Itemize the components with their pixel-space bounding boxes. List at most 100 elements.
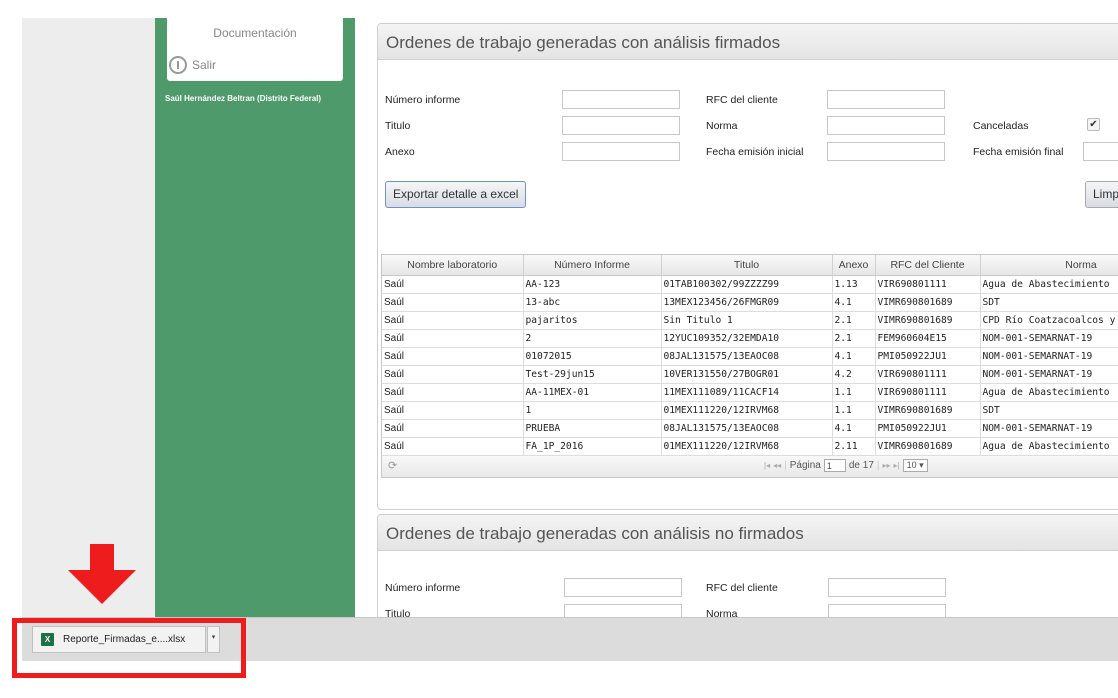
- table-row[interactable]: Saúl 13-abc 13MEX123456/26FMGR09 4.1 VIMR690…: [382, 293, 1118, 312]
- dropdown-arrow-icon: ▾: [919, 460, 924, 470]
- table-cell: 11MEX111089/11CACF14: [661, 383, 833, 402]
- table-cell: VIMR690801689: [875, 401, 981, 420]
- table-cell: NOM-001-SEMARNAT-19: [980, 329, 1118, 348]
- page-size-select[interactable]: 10 ▾: [902, 459, 928, 472]
- page-number-input[interactable]: 1: [823, 459, 846, 472]
- table-cell: Agua de Abastecimiento: [980, 275, 1118, 294]
- table-cell: Saúl: [382, 401, 524, 420]
- table-cell: 1.13: [832, 275, 876, 294]
- pager-nav: |◂ ◂◂ | Página 1 de 17 | ▸▸ ▸| 10 ▾: [764, 459, 928, 472]
- page-count: de 17: [848, 460, 874, 471]
- next-page-icon[interactable]: ▸▸: [883, 461, 891, 470]
- table-cell: 2.11: [832, 437, 876, 456]
- refresh-icon[interactable]: ⟳: [388, 459, 397, 472]
- table-cell: AA-11MEX-01: [523, 383, 662, 402]
- page-label: Página: [789, 460, 821, 471]
- table-cell: SDT: [980, 293, 1118, 312]
- final-date-label: Fecha emisión final: [973, 146, 1064, 158]
- table-row[interactable]: Saúl 2 12YUC109352/32EMDA10 2.1 FEM960604E15…: [382, 329, 1118, 348]
- column-header[interactable]: Anexo: [832, 255, 876, 276]
- table-cell: NOM-001-SEMARNAT-19: [980, 365, 1118, 384]
- table-cell: 13MEX123456/26FMGR09: [661, 293, 833, 312]
- table-cell: PMI050922JU1: [875, 419, 981, 438]
- client-rfc-label: RFC del cliente: [706, 94, 778, 106]
- table-cell: VIR690801111: [875, 365, 981, 384]
- table-cell: Saúl: [382, 293, 524, 312]
- signed-orders-grid: Nombre laboratorio Número Informe Titulo An…: [381, 254, 1118, 478]
- export-excel-button[interactable]: Exportar detalle a excel: [385, 181, 527, 208]
- client-rfc-input[interactable]: [827, 90, 945, 109]
- client-rfc-input[interactable]: [828, 578, 946, 597]
- orders-table: Nombre laboratorio Número Informe Titulo An…: [382, 255, 1118, 456]
- table-row[interactable]: Saúl 01072015 08JAL131575/13EAOC08 4.1 PMI05…: [382, 347, 1118, 366]
- table-row[interactable]: Saúl FA_1P_2016 01MEX111220/12IRVM68 2.11 VI…: [382, 437, 1118, 456]
- table-cell: Saúl: [382, 329, 524, 348]
- table-cell: VIMR690801689: [875, 311, 981, 330]
- table-cell: 2.1: [832, 329, 876, 348]
- panel-title: Ordenes de trabajo generadas con análisi…: [378, 24, 1118, 60]
- table-cell: VIMR690801689: [875, 437, 981, 456]
- table-row[interactable]: Saúl PRUEBA 08JAL131575/13EAOC08 4.1 PMI0509…: [382, 419, 1118, 438]
- first-page-icon[interactable]: |◂: [764, 461, 770, 470]
- table-row[interactable]: Saúl AA-123 01TAB100302/99ZZZZ99 1.13 VIR690…: [382, 275, 1118, 294]
- table-row[interactable]: Saúl AA-11MEX-01 11MEX111089/11CACF14 1.1 VI…: [382, 383, 1118, 402]
- table-cell: 10VER131550/27BOGR01: [661, 365, 833, 384]
- final-date-input[interactable]: [1083, 142, 1118, 161]
- table-cell: NOM-001-SEMARNAT-19: [980, 347, 1118, 366]
- table-cell: VIMR690801689: [875, 293, 981, 312]
- table-cell: 13-abc: [523, 293, 662, 312]
- table-cell: 12YUC109352/32EMDA10: [661, 329, 833, 348]
- table-cell: 01MEX111220/12IRVM68: [661, 401, 833, 420]
- table-cell: Saúl: [382, 365, 524, 384]
- page-size-value: 10: [906, 460, 917, 470]
- table-cell: FEM960604E15: [875, 329, 981, 348]
- grid-pager: ⟳ |◂ ◂◂ | Página 1 de 17 | ▸▸ ▸| 10 ▾: [382, 456, 1118, 477]
- table-cell: 1.1: [832, 383, 876, 402]
- signed-orders-panel: Ordenes de trabajo generadas con análisi…: [377, 23, 1118, 510]
- table-cell: VIR690801111: [875, 275, 981, 294]
- table-cell: 1: [523, 401, 662, 420]
- table-cell: 01MEX111220/12IRVM68: [661, 437, 833, 456]
- report-number-label: Número informe: [385, 94, 461, 106]
- cancelled-checkbox[interactable]: ✔: [1087, 118, 1100, 131]
- report-number-label: Número informe: [385, 582, 461, 594]
- table-row[interactable]: Saúl pajaritos Sin Titulo 1 2.1 VIMR69080168…: [382, 311, 1118, 330]
- table-row[interactable]: Saúl Test-29jun15 10VER131550/27BOGR01 4.2 V…: [382, 365, 1118, 384]
- standard-label: Norma: [706, 120, 738, 132]
- table-cell: 1.1: [832, 401, 876, 420]
- standard-input[interactable]: [827, 116, 945, 135]
- table-cell: FA_1P_2016: [523, 437, 662, 456]
- table-cell: 4.1: [832, 347, 876, 366]
- title-input[interactable]: [562, 116, 680, 135]
- column-header[interactable]: Nombre laboratorio: [382, 255, 524, 276]
- table-cell: CPD Río Coatzacoalcos y: [980, 311, 1118, 330]
- column-header[interactable]: Norma: [980, 255, 1118, 276]
- annex-label: Anexo: [385, 146, 415, 158]
- table-cell: 2: [523, 329, 662, 348]
- column-header[interactable]: Número Informe: [523, 255, 662, 276]
- red-arrow-annotation: [68, 544, 136, 604]
- sidebar: Documentación Salir Saúl Hernández Beltr…: [155, 18, 355, 638]
- prev-page-icon[interactable]: ◂◂: [773, 461, 781, 470]
- table-row[interactable]: Saúl 1 01MEX111220/12IRVM68 1.1 VIMR69080168…: [382, 401, 1118, 420]
- menu-item-exit-label: Salir: [192, 58, 217, 72]
- table-cell: Saúl: [382, 419, 524, 438]
- red-highlight-box: [12, 618, 246, 678]
- column-header[interactable]: Titulo: [661, 255, 833, 276]
- table-cell: Test-29jun15: [523, 365, 662, 384]
- column-header[interactable]: RFC del Cliente: [875, 255, 981, 276]
- initial-date-input[interactable]: [827, 142, 945, 161]
- menu-item-documentation[interactable]: Documentación: [167, 26, 343, 40]
- clear-button[interactable]: Limp: [1085, 181, 1118, 208]
- last-page-icon[interactable]: ▸|: [894, 461, 900, 470]
- annex-input[interactable]: [562, 142, 680, 161]
- table-cell: Saúl: [382, 347, 524, 366]
- title-label: Titulo: [385, 120, 411, 132]
- table-cell: Saúl: [382, 383, 524, 402]
- report-number-input[interactable]: [562, 90, 680, 109]
- sidebar-menu: Documentación Salir: [167, 18, 343, 81]
- table-cell: 2.1: [832, 311, 876, 330]
- menu-item-exit[interactable]: Salir: [169, 56, 216, 74]
- user-name: Saúl Hernández Beltran (Distrito Federal…: [165, 94, 322, 103]
- report-number-input[interactable]: [564, 578, 682, 597]
